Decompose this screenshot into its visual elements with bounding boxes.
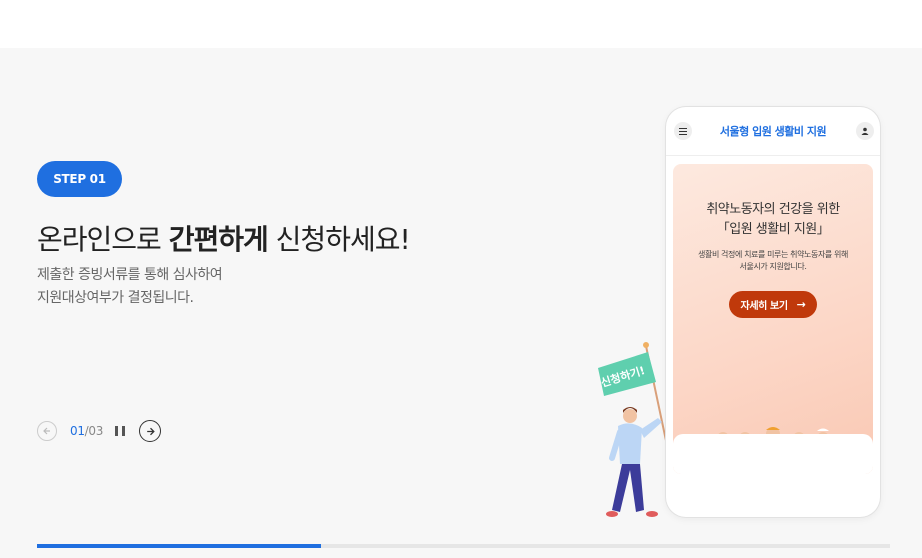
profile-button[interactable] bbox=[856, 122, 874, 140]
step-badge: STEP 01 bbox=[37, 161, 122, 197]
total-slides: 03 bbox=[88, 424, 104, 438]
slide-progress-fill bbox=[37, 544, 322, 548]
top-bar bbox=[0, 0, 922, 48]
slide-description: 제출한 증빙서류를 통해 심사하여 지원대상여부가 결정됩니다. bbox=[37, 264, 223, 310]
banner-bottom-card bbox=[673, 434, 873, 474]
arrow-left-icon bbox=[43, 427, 50, 435]
banner-text-line-2: 서울시가 지원합니다. bbox=[739, 262, 807, 271]
arrow-right-icon: → bbox=[796, 298, 806, 311]
headline-bold: 간편하게 bbox=[168, 223, 269, 256]
banner-title-line-2: 「입원 생활비 지원」 bbox=[716, 222, 830, 237]
pause-button[interactable] bbox=[115, 426, 126, 436]
slide-progress-bar bbox=[37, 544, 890, 548]
prev-button[interactable] bbox=[37, 421, 57, 441]
details-button-label: 자세히 보기 bbox=[740, 301, 788, 312]
banner-title-line-1: 취약노동자의 건강을 위한 bbox=[706, 202, 840, 217]
banner-text: 생활비 걱정에 치료를 미루는 취약노동자를 위해 서울시가 지원합니다. bbox=[673, 249, 873, 273]
slide-headline: 온라인으로 간편하게 신청하세요! bbox=[37, 218, 411, 258]
phone-header: 서울형 입원 생활비 지원 bbox=[666, 107, 880, 156]
headline-post: 신청하세요! bbox=[275, 223, 411, 256]
phone-title: 서울형 입원 생활비 지원 bbox=[719, 125, 827, 138]
desc-line-1: 제출한 증빙서류를 통해 심사하여 bbox=[37, 267, 223, 283]
desc-line-2: 지원대상여부가 결정됩니다. bbox=[37, 290, 194, 306]
user-icon bbox=[861, 127, 869, 135]
banner-title: 취약노동자의 건강을 위한 「입원 생활비 지원」 bbox=[673, 200, 873, 240]
promo-banner: 취약노동자의 건강을 위한 「입원 생활비 지원」 생활비 걱정에 치료를 미루… bbox=[673, 164, 873, 474]
slide-pager: 01/03 bbox=[37, 419, 162, 443]
phone-mockup: 서울형 입원 생활비 지원 취약노동자의 건강을 위한 「입원 생활비 지원」 … bbox=[666, 107, 880, 517]
current-slide: 01 bbox=[70, 424, 85, 438]
next-button[interactable] bbox=[139, 420, 162, 442]
arrow-right-icon bbox=[146, 427, 155, 435]
headline-pre: 온라인으로 bbox=[37, 223, 162, 256]
details-button[interactable]: 자세히 보기 → bbox=[729, 291, 817, 318]
slide-counter: 01/03 bbox=[70, 424, 103, 438]
banner-text-line-1: 생활비 걱정에 치료를 미루는 취약노동자를 위해 bbox=[698, 250, 848, 259]
